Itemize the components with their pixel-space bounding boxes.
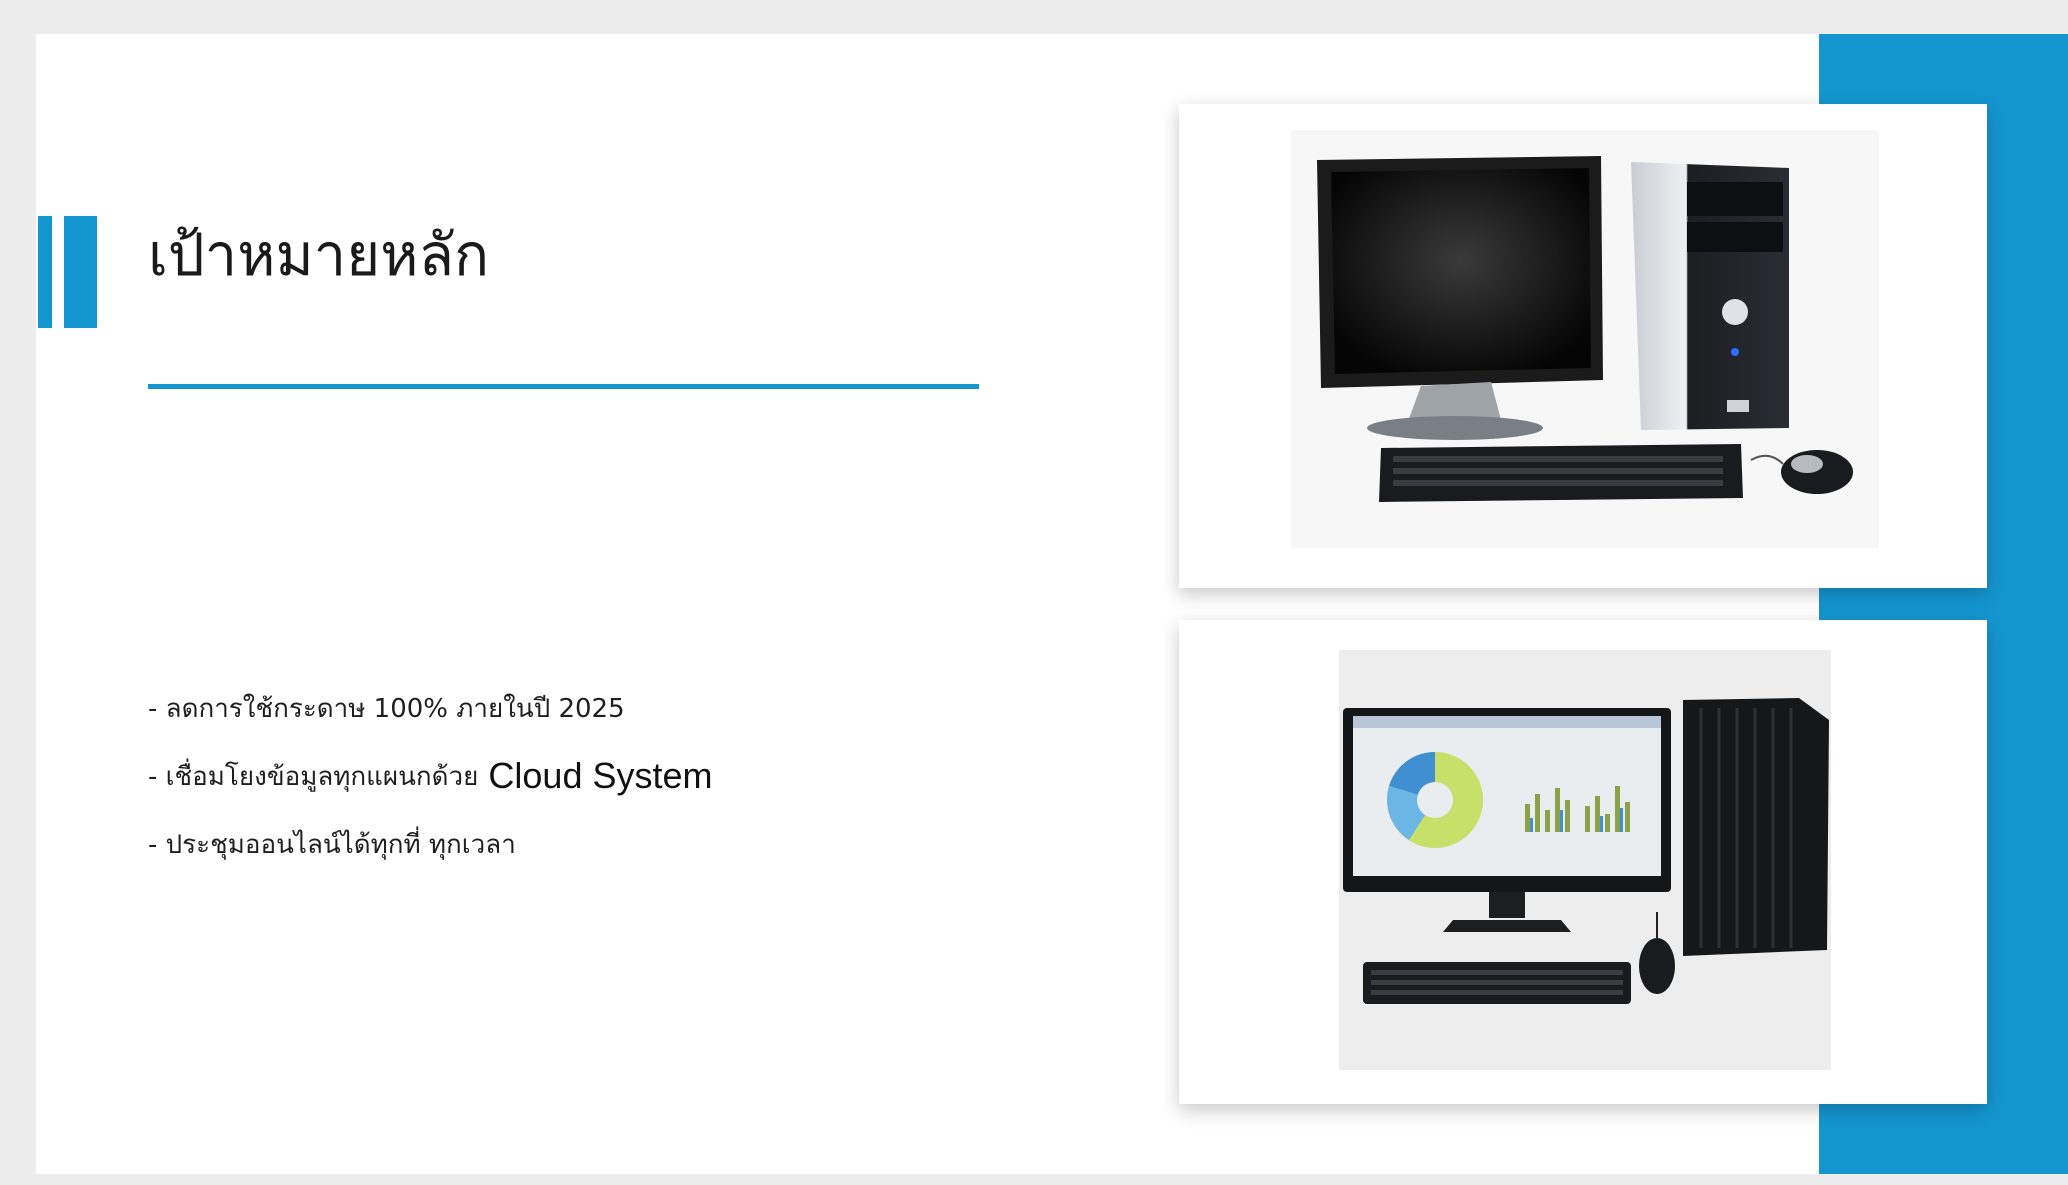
modern-desktop-pc-photo — [1339, 650, 1831, 1070]
bullet-item[interactable]: - ลดการใช้กระดาษ 100% ภายในปี 2025 — [148, 674, 713, 742]
image-card-modern-pc[interactable] — [1179, 620, 1987, 1104]
slide-title[interactable]: เป้าหมายหลัก — [148, 223, 489, 288]
bullet-emphasis: Cloud System — [488, 755, 713, 796]
bullet-item[interactable]: - ประชุมออนไลน์ได้ทุกที่ ทุกเวลา — [148, 810, 713, 878]
bullet-text: - เชื่อมโยงข้อมูลทุกแผนกด้วย — [148, 761, 479, 792]
slide: เป้าหมายหลัก - ลดการใช้กระดาษ 100% ภายใน… — [36, 34, 2068, 1174]
image-card-desktop[interactable] — [1179, 104, 1987, 588]
title-accent-bars — [38, 216, 98, 328]
desktop-computer-tower-photo — [1291, 130, 1879, 548]
bullet-list: - ลดการใช้กระดาษ 100% ภายในปี 2025 - เชื… — [148, 674, 713, 878]
accent-bar-thin — [38, 216, 52, 328]
bullet-text: - ลดการใช้กระดาษ 100% ภายในปี 2025 — [148, 693, 625, 724]
title-underline — [148, 384, 979, 389]
bullet-item[interactable]: - เชื่อมโยงข้อมูลทุกแผนกด้วย Cloud Syste… — [148, 742, 713, 810]
accent-bar-thick — [64, 216, 97, 328]
bullet-text: - ประชุมออนไลน์ได้ทุกที่ ทุกเวลา — [148, 829, 516, 860]
